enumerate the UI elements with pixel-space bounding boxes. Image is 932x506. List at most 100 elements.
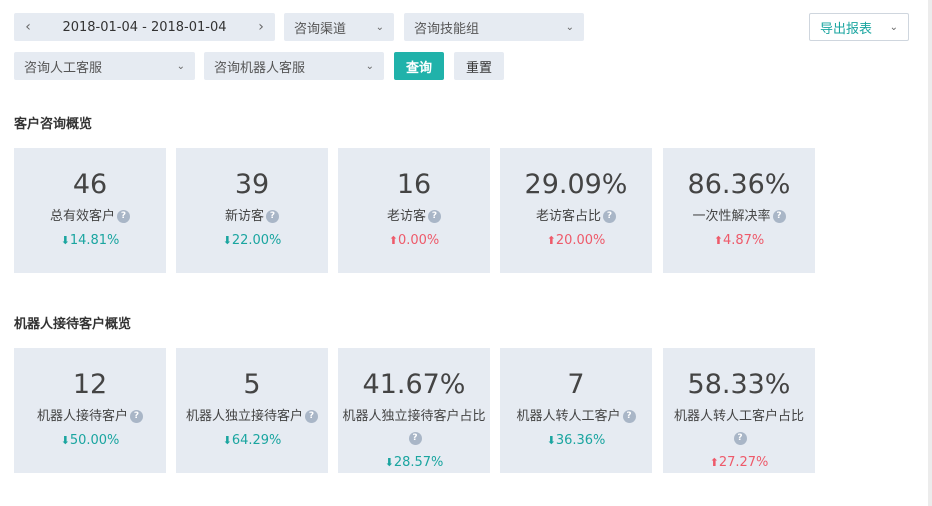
next-date-button[interactable]: › bbox=[247, 19, 275, 35]
stat-change: ⬇36.36% bbox=[500, 432, 652, 450]
stat-label-text: 机器人接待客户 bbox=[36, 409, 128, 424]
stat-label-text: 总有效客户 bbox=[49, 209, 115, 224]
stat-label-text: 机器人转人工客户占比 bbox=[673, 409, 804, 424]
stat-value: 46 bbox=[72, 169, 108, 200]
stat-change: ⬇50.00% bbox=[14, 432, 166, 450]
channel-select[interactable]: 咨询渠道 ⌄ bbox=[284, 13, 394, 41]
chevron-down-icon: ⌄ bbox=[889, 21, 898, 33]
arrow-up-icon: ⬆ bbox=[388, 234, 398, 247]
stat-change: ⬆20.00% bbox=[500, 232, 652, 250]
stat-change: ⬆4.87% bbox=[663, 232, 815, 250]
stat-value: 39 bbox=[234, 169, 270, 200]
stat-change: ⬆0.00% bbox=[338, 232, 490, 250]
stat-change: ⬇28.57% bbox=[338, 454, 490, 472]
stat-value: 86.36% bbox=[687, 169, 791, 200]
robot-section-title: 机器人接待客户概览 bbox=[14, 317, 132, 332]
stat-label: 老访客占比? bbox=[504, 206, 648, 228]
stat-label: 老访客? bbox=[342, 206, 486, 228]
arrow-down-icon: ⬇ bbox=[222, 234, 232, 247]
chevron-down-icon: ⌄ bbox=[365, 60, 374, 72]
arrow-down-icon: ⬇ bbox=[384, 456, 394, 469]
stat-label-text: 机器人独立接待客户 bbox=[185, 409, 303, 424]
human-agent-select[interactable]: 咨询人工客服 ⌄ bbox=[14, 52, 195, 80]
question-circle-icon[interactable]: ? bbox=[408, 432, 422, 445]
stat-change-value: 36.36% bbox=[555, 433, 606, 448]
stat-change: ⬇22.00% bbox=[176, 232, 328, 250]
stat-change-value: 0.00% bbox=[397, 233, 440, 248]
date-range-picker[interactable]: ‹ 2018-01-04 - 2018-01-04 › bbox=[14, 13, 275, 41]
stat-change-value: 50.00% bbox=[69, 433, 120, 448]
stat-label-text: 机器人独立接待客户占比 bbox=[342, 409, 486, 424]
stat-label: 机器人接待客户? bbox=[18, 406, 162, 428]
stat-change-value: 4.87% bbox=[722, 233, 765, 248]
stat-change-value: 14.81% bbox=[69, 233, 120, 248]
question-circle-icon[interactable]: ? bbox=[603, 210, 616, 223]
stat-value: 16 bbox=[396, 169, 432, 200]
question-circle-icon[interactable]: ? bbox=[772, 210, 786, 223]
question-circle-icon[interactable]: ? bbox=[117, 210, 130, 223]
stat-change-value: 64.29% bbox=[231, 433, 282, 448]
stat-card: 58.33% 机器人转人工客户占比? ⬆27.27% bbox=[663, 348, 815, 473]
stat-value: 7 bbox=[567, 369, 585, 400]
stat-label: 机器人转人工客户占比? bbox=[667, 406, 811, 450]
export-report-label: 导出报表 bbox=[820, 21, 873, 37]
question-circle-icon[interactable]: ? bbox=[130, 410, 143, 423]
right-scroll-edge bbox=[928, 0, 932, 506]
stat-card: 41.67% 机器人独立接待客户占比? ⬇28.57% bbox=[338, 348, 490, 473]
stat-label: 一次性解决率? bbox=[667, 206, 811, 228]
stat-card: 5 机器人独立接待客户? ⬇64.29% bbox=[176, 348, 328, 473]
stat-change: ⬇14.81% bbox=[14, 232, 166, 250]
stat-change-value: 27.27% bbox=[718, 455, 769, 470]
arrow-down-icon: ⬇ bbox=[546, 434, 556, 447]
arrow-up-icon: ⬆ bbox=[546, 234, 556, 247]
stat-value: 29.09% bbox=[524, 169, 628, 200]
reset-button[interactable]: 重置 bbox=[454, 52, 504, 80]
arrow-down-icon: ⬇ bbox=[222, 434, 232, 447]
stat-card: 29.09% 老访客占比? ⬆20.00% bbox=[500, 148, 652, 273]
question-circle-icon[interactable]: ? bbox=[305, 410, 318, 423]
stat-card: 16 老访客? ⬆0.00% bbox=[338, 148, 490, 273]
question-circle-icon[interactable]: ? bbox=[266, 210, 279, 223]
chevron-down-icon: ⌄ bbox=[565, 21, 574, 33]
skill-group-select-label: 咨询技能组 bbox=[414, 21, 480, 37]
overview-section-title: 客户咨询概览 bbox=[14, 117, 93, 132]
arrow-up-icon: ⬆ bbox=[713, 234, 723, 247]
stat-change: ⬆27.27% bbox=[663, 454, 815, 472]
stat-card: 86.36% 一次性解决率? ⬆4.87% bbox=[663, 148, 815, 273]
stat-change: ⬇64.29% bbox=[176, 432, 328, 450]
query-button[interactable]: 查询 bbox=[394, 52, 444, 80]
chevron-down-icon: ⌄ bbox=[375, 21, 384, 33]
stat-label: 总有效客户? bbox=[18, 206, 162, 228]
stat-card: 46 总有效客户? ⬇14.81% bbox=[14, 148, 166, 273]
arrow-up-icon: ⬆ bbox=[709, 456, 719, 469]
stat-label-text: 老访客占比 bbox=[535, 209, 601, 224]
stat-label: 机器人独立接待客户? bbox=[180, 406, 324, 428]
robot-agent-select[interactable]: 咨询机器人客服 ⌄ bbox=[204, 52, 384, 80]
stat-value: 58.33% bbox=[687, 369, 791, 400]
arrow-down-icon: ⬇ bbox=[60, 234, 70, 247]
stat-label-text: 一次性解决率 bbox=[692, 209, 771, 224]
stat-card: 39 新访客? ⬇22.00% bbox=[176, 148, 328, 273]
channel-select-label: 咨询渠道 bbox=[294, 21, 347, 37]
question-circle-icon[interactable]: ? bbox=[622, 410, 636, 423]
stat-label-text: 新访客 bbox=[224, 209, 264, 224]
arrow-down-icon: ⬇ bbox=[60, 434, 70, 447]
export-report-button[interactable]: 导出报表 ⌄ bbox=[809, 13, 909, 41]
stat-card: 7 机器人转人工客户? ⬇36.36% bbox=[500, 348, 652, 473]
stat-change-value: 20.00% bbox=[555, 233, 606, 248]
stat-value: 5 bbox=[243, 369, 261, 400]
stat-label-text: 机器人转人工客户 bbox=[516, 409, 621, 424]
prev-date-button[interactable]: ‹ bbox=[14, 19, 42, 35]
question-circle-icon[interactable]: ? bbox=[428, 210, 441, 223]
stat-label: 机器人独立接待客户占比? bbox=[342, 406, 486, 450]
stat-value: 12 bbox=[72, 369, 108, 400]
date-range-text: 2018-01-04 - 2018-01-04 bbox=[62, 19, 227, 35]
stat-label-text: 老访客 bbox=[386, 209, 426, 224]
chevron-down-icon: ⌄ bbox=[176, 60, 185, 72]
stat-card: 12 机器人接待客户? ⬇50.00% bbox=[14, 348, 166, 473]
robot-agent-select-label: 咨询机器人客服 bbox=[214, 60, 306, 76]
human-agent-select-label: 咨询人工客服 bbox=[24, 60, 103, 76]
skill-group-select[interactable]: 咨询技能组 ⌄ bbox=[404, 13, 584, 41]
question-circle-icon[interactable]: ? bbox=[733, 432, 747, 445]
stat-change-value: 28.57% bbox=[393, 455, 444, 470]
